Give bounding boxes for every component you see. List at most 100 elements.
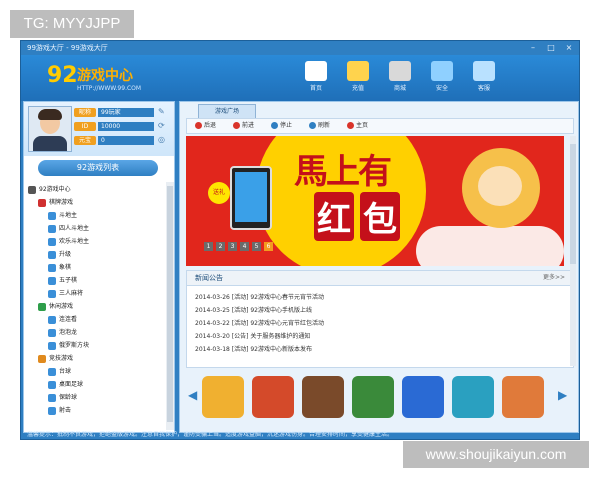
coin-icon[interactable]: ◎ [158,135,165,144]
watermark-bottom: www.shoujikaiyun.com [403,441,589,468]
tab-game-square[interactable]: 游戏广场 [198,104,256,118]
tree-game-item[interactable]: 连连看 [48,314,77,326]
tree-category[interactable]: 休闲游戏 [38,301,73,313]
carousel-prev-icon[interactable]: ◀ [188,388,197,402]
sidebar-scrollbar[interactable] [166,182,174,430]
game-tile[interactable] [402,376,444,418]
edit-icon[interactable]: ✎ [158,107,165,116]
toolbar-icon [271,122,278,129]
toolbar-icon [309,122,316,129]
topnav-item[interactable]: 首页 [299,59,333,99]
game-list-button[interactable]: 92游戏列表 [38,160,158,176]
news-title: 新闻公告 [195,274,223,282]
maximize-button[interactable]: □ [545,43,557,53]
news-more-link[interactable]: 更多>> [543,271,565,285]
topnav-label: 充值 [351,85,364,92]
logo-name: 游戏中心 [77,68,133,84]
game-icon [48,380,56,389]
topnav-icon [347,61,369,81]
topnav-icon [305,61,327,81]
tree-game-item[interactable]: 斗地主 [48,210,77,222]
toolbar-button[interactable]: 前进 [233,119,254,133]
game-tile[interactable] [352,376,394,418]
game-icon [38,354,46,363]
topnav-item[interactable]: 充值 [341,59,375,99]
banner-pager: 123456 [204,242,273,251]
tree-game-item[interactable]: 欢乐斗地主 [48,236,89,248]
toolbar-button[interactable]: 停止 [271,119,292,133]
profile-value: 99玩家 [98,108,154,117]
toolbar-button[interactable]: 后退 [195,119,216,133]
game-tile[interactable] [452,376,494,418]
logo-number: 92 [47,63,78,88]
sidebar: 昵称 99玩家 ✎ ID 10000 ⟳ 元宝 0 ◎ 92游戏列表 92游戏中… [23,101,175,433]
game-tile[interactable] [302,376,344,418]
topnav-item[interactable]: 安全 [425,59,459,99]
toolbar-icon [233,122,240,129]
carousel-next-icon[interactable]: ▶ [558,388,567,402]
tree-label: 92游戏中心 [39,186,71,193]
tree-game-item[interactable]: 泡泡龙 [48,327,77,339]
topnav-item[interactable]: 客服 [467,59,501,99]
tree-game-item[interactable]: 保龄球 [48,392,77,404]
news-header: 新闻公告 更多>> [187,271,573,286]
game-tile[interactable] [502,376,544,418]
app-window: 99游戏大厅 - 99游戏大厅 – □ × 92 游戏中心 HTTP://WWW… [20,40,580,440]
tree-game-item[interactable]: 升级 [48,249,71,261]
toolbar-icon [195,122,202,129]
profile-value: 0 [98,136,154,145]
game-icon [48,341,56,350]
tree-category[interactable]: 92游戏中心 [28,184,71,196]
pager-dot[interactable]: 3 [228,242,237,251]
topnav-label: 客服 [477,85,490,92]
game-icon [48,276,56,285]
topnav-icon [389,61,411,81]
tree-label: 五子棋 [59,277,78,284]
tree-game-item[interactable]: 台球 [48,366,71,378]
scroll-thumb[interactable] [570,144,576,264]
game-tile[interactable] [202,376,244,418]
avatar[interactable] [28,106,72,152]
news-item[interactable]: 2014-03-18 [活动] 92游戏中心新版本发布 [195,343,565,356]
game-tile[interactable] [252,376,294,418]
tree-label: 三人麻将 [59,290,84,297]
tree-label: 四人斗地主 [59,225,90,232]
pager-dot[interactable]: 4 [240,242,249,251]
tree-game-item[interactable]: 桌面足球 [48,379,83,391]
tree-game-item[interactable]: 五子棋 [48,275,77,287]
tree-category[interactable]: 棋牌游戏 [38,197,73,209]
game-icon [48,406,56,415]
main-panel: 游戏广场 后退 前进 停止 刷新 主页 送礼 馬上有 红包 123456 新闻公告 更多… [179,101,579,433]
promo-banner[interactable]: 送礼 馬上有 红包 123456 [186,136,564,266]
pager-dot[interactable]: 6 [264,242,273,251]
game-icon [48,250,56,259]
tree-game-item[interactable]: 象棋 [48,262,71,274]
game-icon [48,224,56,233]
profile-label: ID [74,122,96,131]
minimize-button[interactable]: – [527,43,539,53]
game-icon [48,315,56,324]
close-button[interactable]: × [563,43,575,53]
topnav-item[interactable]: 商城 [383,59,417,99]
game-tree: 92游戏中心棋牌游戏 斗地主四人斗地主欢乐斗地主 升级 象棋五子棋三人麻将休闲游戏 连连… [24,182,164,430]
news-item[interactable]: 2014-03-20 [公告] 关于服务器维护的通知 [195,330,565,343]
pager-dot[interactable]: 2 [216,242,225,251]
browser-toolbar: 后退 前进 停止 刷新 主页 [186,118,574,134]
tree-game-item[interactable]: 三人麻将 [48,288,83,300]
tree-category[interactable]: 竞技游戏 [38,353,73,365]
app-logo: 92 游戏中心 HTTP://WWW.99.COM [47,63,167,95]
scroll-thumb[interactable] [167,186,173,422]
news-item[interactable]: 2014-03-25 [活动] 92游戏中心手机版上线 [195,304,565,317]
pager-dot[interactable]: 1 [204,242,213,251]
tree-game-item[interactable]: 俄罗斯方块 [48,340,89,352]
game-icon [38,198,46,207]
news-item[interactable]: 2014-03-26 [活动] 92游戏中心春节元宵节活动 [195,291,565,304]
refresh-icon[interactable]: ⟳ [158,121,165,130]
news-item[interactable]: 2014-03-22 [活动] 92游戏中心元宵节红包活动 [195,317,565,330]
toolbar-button[interactable]: 刷新 [309,119,330,133]
toolbar-button[interactable]: 主页 [347,119,368,133]
pager-dot[interactable]: 5 [252,242,261,251]
tree-game-item[interactable]: 射击 [48,405,71,417]
tree-game-item[interactable]: 四人斗地主 [48,223,89,235]
main-scrollbar[interactable] [570,136,576,366]
